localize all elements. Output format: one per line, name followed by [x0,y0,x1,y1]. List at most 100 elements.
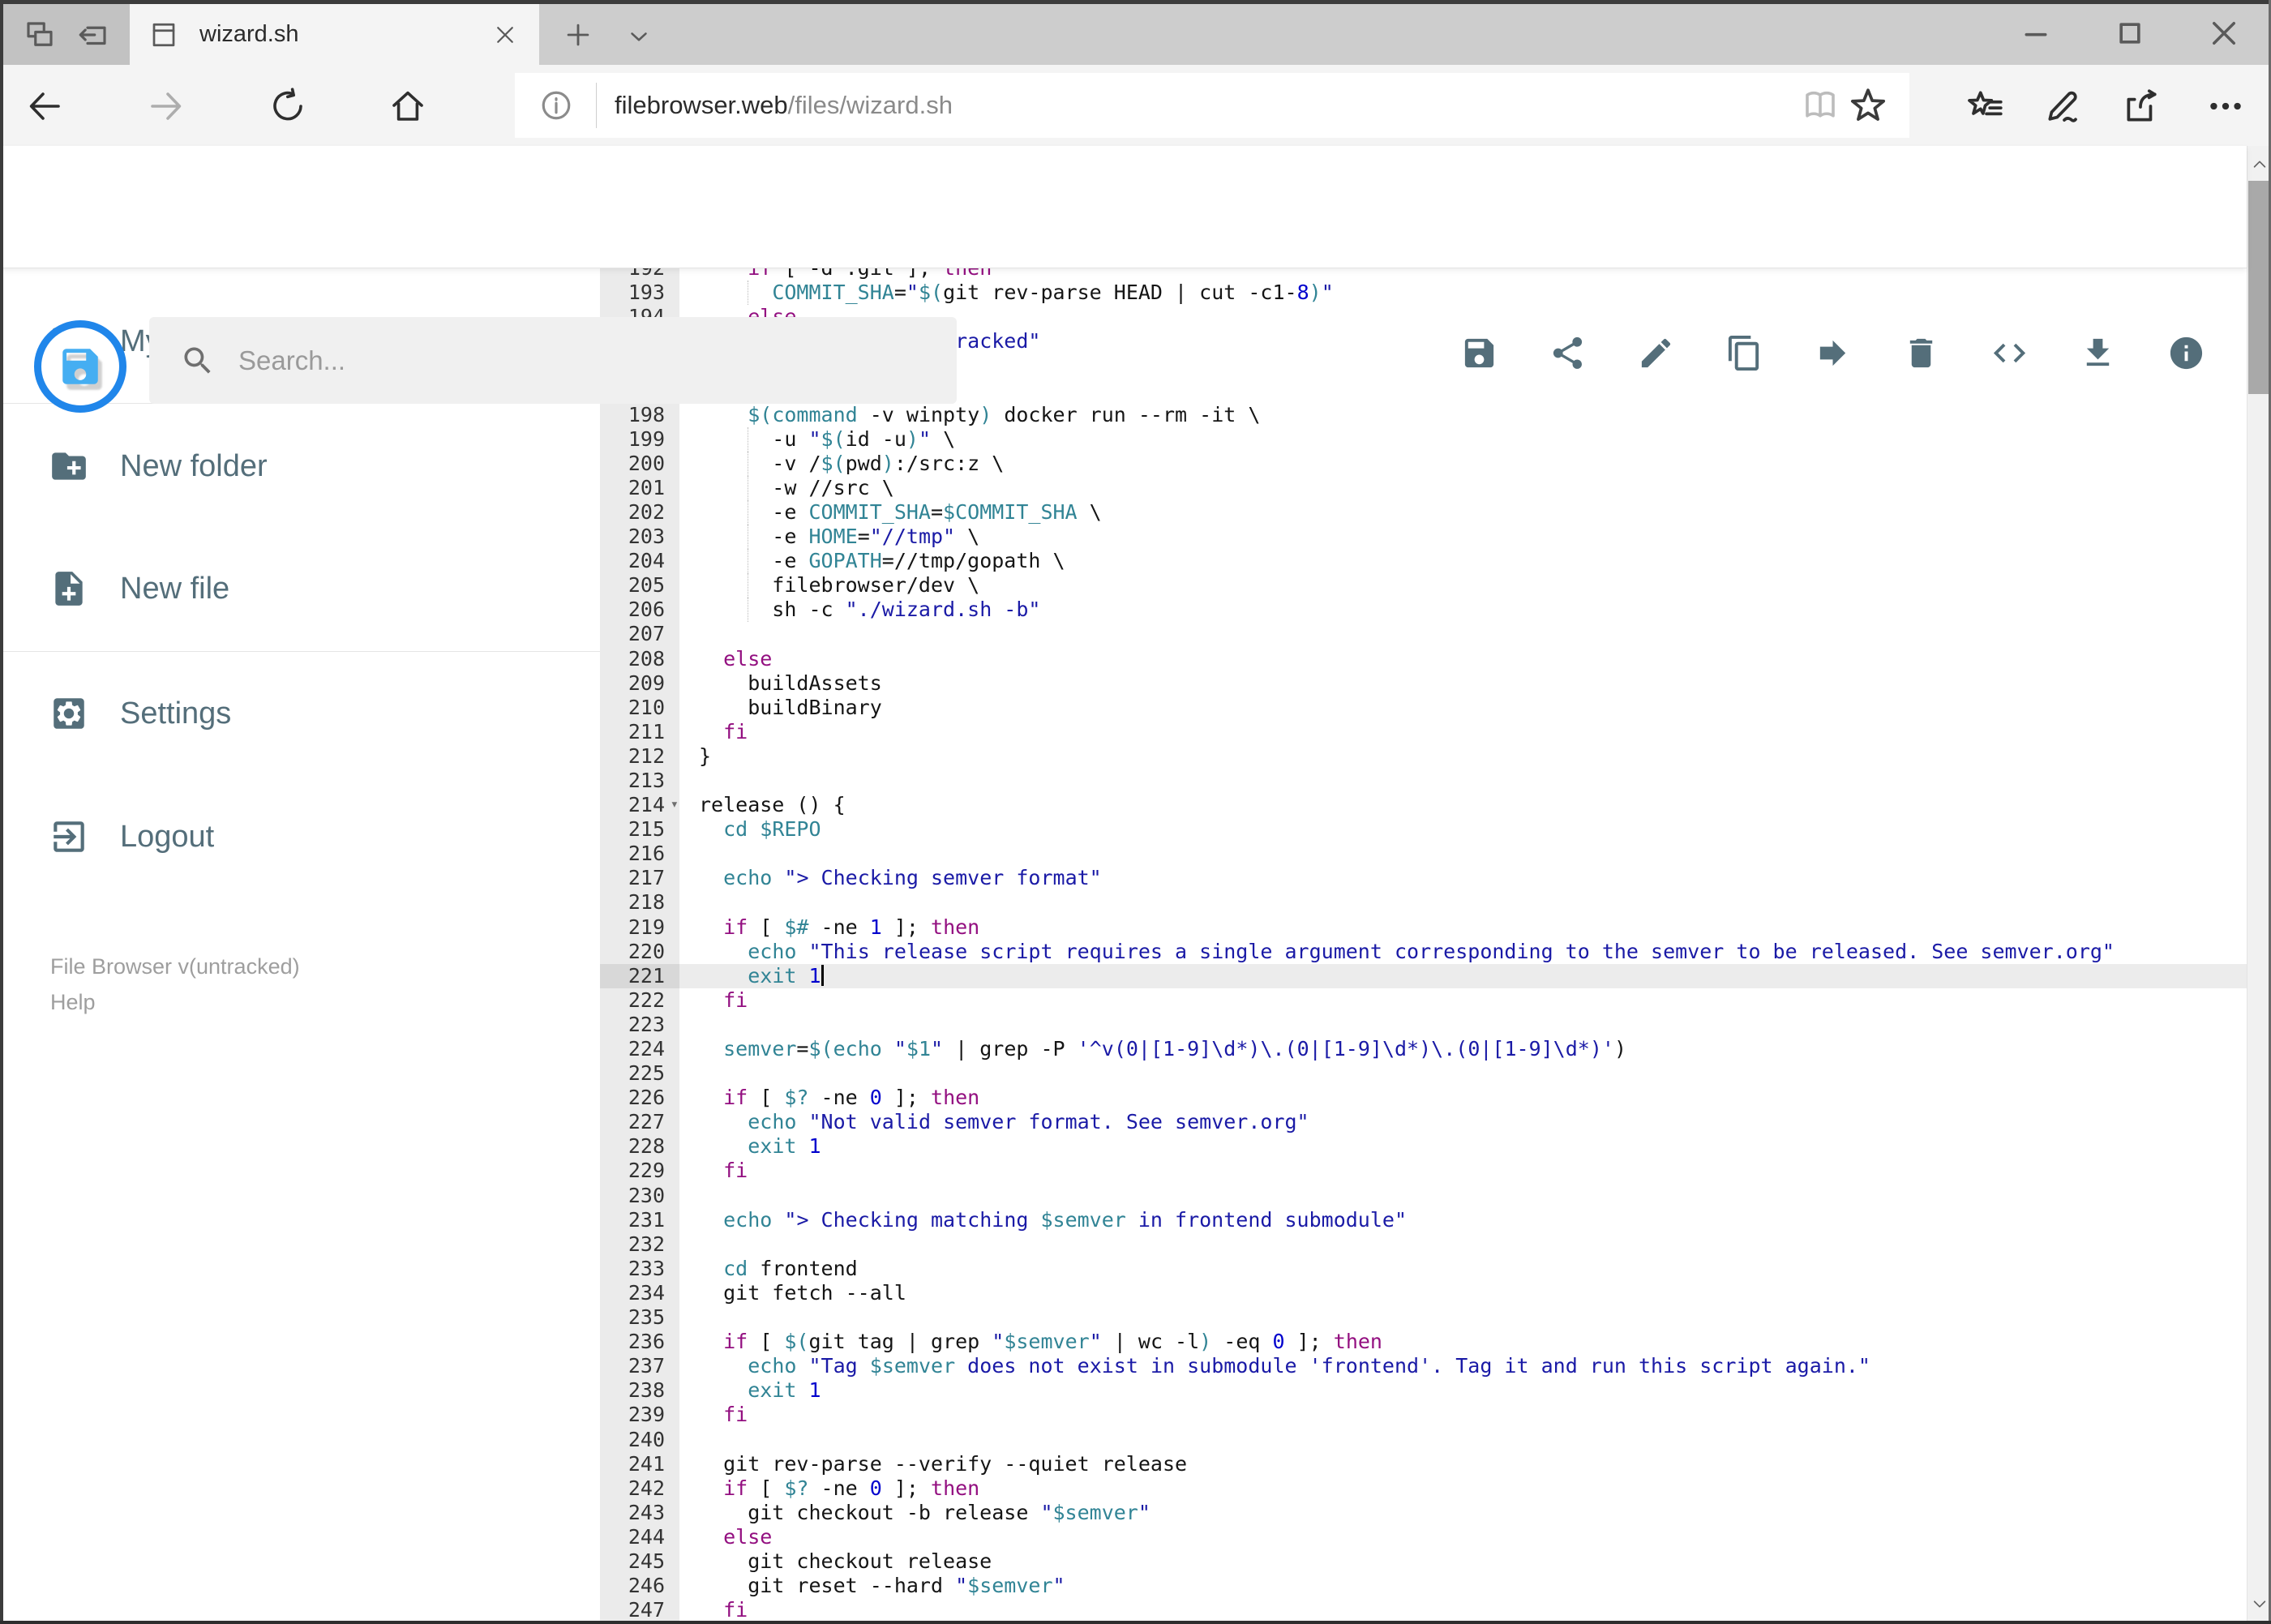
save-button[interactable] [1435,292,1523,413]
code-line-242[interactable]: if [ $? -ne 0 ]; then [679,1476,2247,1501]
gutter-line-228[interactable]: 228 [600,1134,679,1159]
gutter-line-242[interactable]: 242 [600,1476,679,1501]
favorites-hub-icon[interactable] [1962,83,2009,130]
gutter-line-199[interactable]: 199 [600,427,679,452]
gutter-line-235[interactable]: 235 [600,1305,679,1330]
gutter-line-230[interactable]: 230 [600,1184,679,1208]
edit-button[interactable] [1612,292,1700,413]
code-line-241[interactable]: git rev-parse --verify --quiet release [679,1452,2247,1476]
code-line-243[interactable]: git checkout -b release "$semver" [679,1501,2247,1525]
web-note-pen-icon[interactable] [2040,83,2087,130]
code-line-228[interactable]: exit 1 [679,1134,2247,1159]
code-line-245[interactable]: git checkout release [679,1549,2247,1574]
gutter-line-245[interactable]: 245 [600,1549,679,1574]
gutter-line-211[interactable]: 211 [600,720,679,744]
tab-close-icon[interactable] [489,19,521,51]
gutter-line-201[interactable]: 201 [600,476,679,500]
gutter-line-207[interactable]: 207 [600,622,679,646]
code-line-230[interactable] [679,1184,2247,1208]
gutter-line-219[interactable]: 219 [600,915,679,940]
scroll-up-arrow-icon[interactable] [2247,152,2271,177]
gutter-line-208[interactable]: 208 [600,647,679,671]
gutter-line-241[interactable]: 241 [600,1452,679,1476]
gutter-line-221[interactable]: 221 [600,963,679,988]
forward-button[interactable] [144,84,188,128]
code-line-235[interactable] [679,1305,2247,1330]
code-line-199[interactable]: -u "$(id -u)" \ [679,426,2247,452]
gutter-line-193[interactable]: 193 [600,281,679,305]
code-line-225[interactable] [679,1061,2247,1086]
move-button[interactable] [1789,292,1877,413]
gutter-line-222[interactable]: 222 [600,988,679,1013]
sidebar-item-settings[interactable]: Settings [3,673,600,754]
site-info-icon[interactable] [539,88,573,122]
code-line-229[interactable]: fi [679,1159,2247,1183]
code-line-233[interactable]: cd frontend [679,1257,2247,1281]
code-line-238[interactable]: exit 1 [679,1378,2247,1403]
code-line-200[interactable]: -v /$(pwd):/src:z \ [679,451,2247,476]
gutter-line-209[interactable]: 209 [600,671,679,696]
gutter-line-212[interactable]: 212 [600,744,679,769]
code-line-207[interactable] [679,622,2247,646]
sidebar-item-new-folder[interactable]: New folder [3,426,600,507]
sidebar-item-logout[interactable]: Logout [3,796,600,877]
code-line-246[interactable]: git reset --hard "$semver" [679,1574,2247,1598]
code-line-219[interactable]: if [ $# -ne 1 ]; then [679,915,2247,940]
gutter-line-232[interactable]: 232 [600,1232,679,1257]
gutter-line-215[interactable]: 215 [600,817,679,842]
code-line-212[interactable]: } [679,744,2247,769]
code-line-237[interactable]: echo "Tag $semver does not exist in subm… [679,1354,2247,1378]
tab-preview-icon[interactable] [23,18,57,52]
gutter-line-224[interactable]: 224 [600,1037,679,1061]
code-line-209[interactable]: buildAssets [679,671,2247,696]
gutter-line-218[interactable]: 218 [600,890,679,915]
code-line-236[interactable]: if [ $(git tag | grep "$semver" | wc -l)… [679,1330,2247,1354]
editor-code-area[interactable]: if [ -d .git ]; then COMMIT_SHA="$(git r… [679,268,2247,1624]
code-line-206[interactable]: sh -c "./wizard.sh -b" [679,598,2247,623]
code-line-211[interactable]: fi [679,720,2247,744]
code-line-210[interactable]: buildBinary [679,696,2247,720]
gutter-line-246[interactable]: 246 [600,1574,679,1598]
code-line-240[interactable] [679,1428,2247,1452]
gutter-line-206[interactable]: 206 [600,598,679,622]
code-line-213[interactable] [679,769,2247,793]
share-page-icon[interactable] [2118,83,2165,130]
code-line-214[interactable]: release () { [679,793,2247,817]
gutter-line-204[interactable]: 204 [600,549,679,573]
sidebar-item-new-file[interactable]: New file [3,548,600,629]
gutter-line-216[interactable]: 216 [600,842,679,866]
code-line-218[interactable] [679,890,2247,915]
filebrowser-logo[interactable] [34,320,126,413]
code-button[interactable] [1965,292,2054,413]
download-button[interactable] [2054,292,2142,413]
gutter-line-205[interactable]: 205 [600,573,679,598]
gutter-line-226[interactable]: 226 [600,1086,679,1110]
copy-button[interactable] [1700,292,1789,413]
code-line-232[interactable] [679,1232,2247,1257]
gutter-line-236[interactable]: 236 [600,1330,679,1354]
gutter-line-192[interactable]: 192 [600,268,679,281]
help-link[interactable]: Help [50,984,300,1020]
gutter-line-233[interactable]: 233 [600,1257,679,1281]
back-button[interactable] [23,84,66,128]
tab-preview-chevron-icon[interactable] [620,18,658,55]
gutter-line-198[interactable]: 198 [600,403,679,427]
active-tab[interactable]: wizard.sh [130,4,539,65]
gutter-line-231[interactable]: 231 [600,1208,679,1232]
gutter-line-237[interactable]: 237 [600,1354,679,1378]
url-text[interactable]: filebrowser.web/files/wizard.sh [615,91,1801,120]
window-maximize-button[interactable] [2097,11,2162,55]
new-tab-button[interactable] [559,16,597,54]
refresh-button[interactable] [266,84,310,128]
gutter-line-247[interactable]: 247 [600,1598,679,1622]
set-tabs-aside-icon[interactable] [76,18,110,52]
gutter-line-220[interactable]: 220 [600,940,679,964]
scroll-down-arrow-icon[interactable] [2247,1592,2271,1616]
code-line-203[interactable]: -e HOME="//tmp" \ [679,525,2247,550]
code-line-201[interactable]: -w //src \ [679,475,2247,500]
code-line-234[interactable]: git fetch --all [679,1281,2247,1305]
fold-arrow-icon[interactable]: ▾ [671,792,679,816]
gutter-line-223[interactable]: 223 [600,1013,679,1037]
code-editor[interactable]: 1921931941951961971981992002012022032042… [600,268,2247,1624]
code-line-215[interactable]: cd $REPO [679,817,2247,842]
